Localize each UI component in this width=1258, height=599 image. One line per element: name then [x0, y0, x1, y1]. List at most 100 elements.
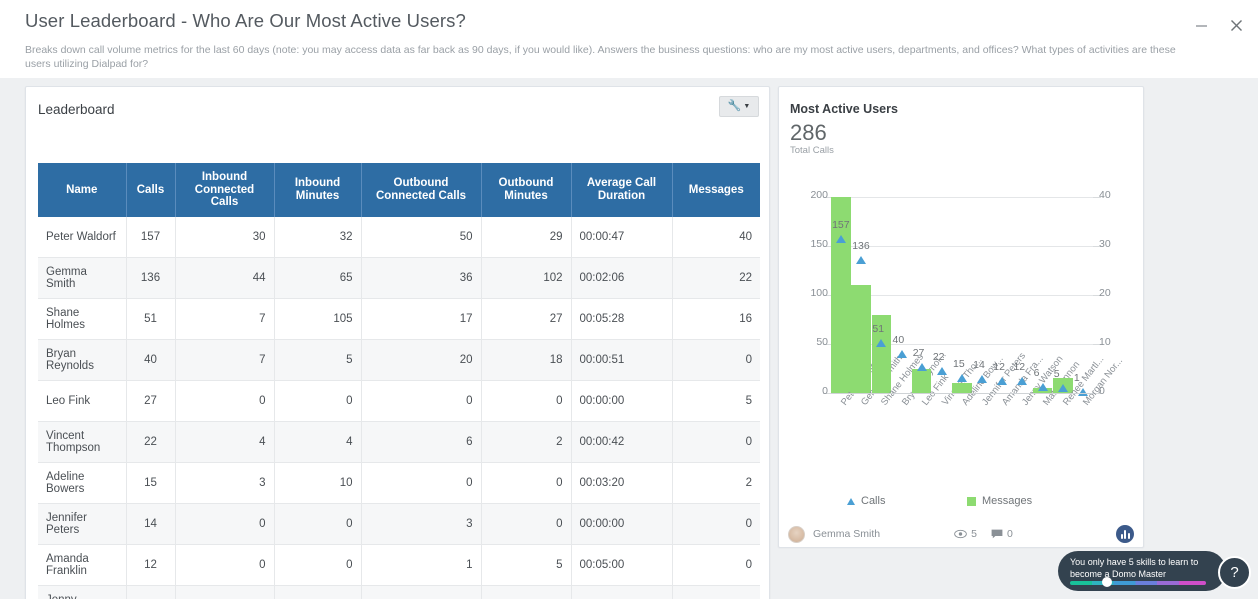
- chart-plot-area[interactable]: 005010100201503020040157Peter Waldorf136…: [779, 187, 1145, 507]
- y-axis-tick-label: 200: [788, 189, 828, 201]
- y2-axis-tick-label: 30: [1099, 238, 1111, 250]
- chart-data-label: 51: [872, 323, 884, 335]
- column-header-outbound-connected-calls[interactable]: Outbound Connected Calls: [361, 163, 481, 217]
- cell-outbound-minutes: 0: [481, 586, 571, 599]
- chart-point-marker[interactable]: [1058, 384, 1068, 392]
- chart-data-label: 15: [953, 358, 965, 370]
- cell-messages: 0: [672, 340, 760, 381]
- cell-inbound-connected: 44: [175, 258, 274, 299]
- cell-calls: 12: [126, 545, 175, 586]
- chart-bar[interactable]: [851, 285, 871, 393]
- chart-data-label: 12: [1013, 361, 1025, 373]
- table-row[interactable]: Leo Fink27000000:00:005: [38, 381, 760, 422]
- cell-inbound-connected: 4: [175, 422, 274, 463]
- cell-name: Adeline Bowers: [38, 463, 126, 504]
- cell-calls: 136: [126, 258, 175, 299]
- x-axis-line: [831, 393, 1093, 394]
- cell-inbound-minutes: 10: [274, 463, 361, 504]
- column-header-name[interactable]: Name: [38, 163, 126, 217]
- page-title: User Leaderboard - Who Are Our Most Acti…: [25, 10, 466, 32]
- legend-label-messages: Messages: [982, 495, 1032, 507]
- triangle-marker-icon: [847, 498, 855, 505]
- chart-point-marker[interactable]: [977, 375, 987, 383]
- cell-outbound-minutes: 27: [481, 299, 571, 340]
- chart-point-marker[interactable]: [836, 235, 846, 243]
- cell-avg-duration: 00:00:00: [571, 504, 672, 545]
- close-icon[interactable]: [1225, 14, 1247, 36]
- chart-data-label: 14: [973, 359, 985, 371]
- chart-point-marker[interactable]: [856, 256, 866, 264]
- chart-point-marker[interactable]: [897, 350, 907, 358]
- cell-inbound-minutes: 4: [274, 422, 361, 463]
- table-row[interactable]: Peter Waldorf1573032502900:00:4740: [38, 217, 760, 258]
- chart-point-marker[interactable]: [937, 367, 947, 375]
- y-axis-tick-label: 100: [788, 287, 828, 299]
- gridline: [831, 246, 1093, 247]
- chart-point-marker[interactable]: [997, 377, 1007, 385]
- column-header-calls[interactable]: Calls: [126, 163, 175, 217]
- cell-outbound-minutes: 0: [481, 504, 571, 545]
- comment-count-value: 0: [1007, 528, 1013, 540]
- chart-point-marker[interactable]: [1038, 383, 1048, 391]
- domo-bars: [1121, 530, 1130, 539]
- cell-inbound-minutes: 65: [274, 258, 361, 299]
- y2-axis-tick-label: 10: [1099, 336, 1111, 348]
- table-row[interactable]: Adeline Bowers153100000:03:202: [38, 463, 760, 504]
- table-row[interactable]: Jenny Watson12000000:00:000: [38, 586, 760, 599]
- cell-name: Jennifer Peters: [38, 504, 126, 545]
- cell-inbound-minutes: 0: [274, 381, 361, 422]
- leaderboard-card: Leaderboard 🔧 ▼ Name Calls Inbound Conne…: [25, 86, 770, 599]
- cell-outbound-connected: 50: [361, 217, 481, 258]
- chart-point-marker[interactable]: [957, 374, 967, 382]
- cell-inbound-connected: 7: [175, 299, 274, 340]
- domo-logo-icon[interactable]: [1116, 525, 1134, 543]
- most-active-users-card: Most Active Users 286 Total Calls 005010…: [778, 86, 1144, 547]
- column-header-messages[interactable]: Messages: [672, 163, 760, 217]
- cell-avg-duration: 00:00:00: [571, 586, 672, 599]
- chart-data-label: 27: [913, 347, 925, 359]
- cell-inbound-minutes: 5: [274, 340, 361, 381]
- cell-avg-duration: 00:00:00: [571, 381, 672, 422]
- cell-name: Jenny Watson: [38, 586, 126, 599]
- minimize-icon[interactable]: [1190, 14, 1212, 36]
- skills-tooltip-line1: You only have 5 skills to learn to: [1070, 557, 1214, 569]
- skills-progress-knob[interactable]: [1102, 577, 1112, 587]
- cell-inbound-minutes: 0: [274, 504, 361, 545]
- table-row[interactable]: Bryan Reynolds4075201800:00:510: [38, 340, 760, 381]
- y2-axis-tick-label: 20: [1099, 287, 1111, 299]
- cell-name: Vincent Thompson: [38, 422, 126, 463]
- chart-point-marker[interactable]: [876, 339, 886, 347]
- chart-tools-button[interactable]: 🔧 ▼: [719, 96, 759, 117]
- legend-item-calls[interactable]: Calls: [847, 495, 885, 507]
- skills-progress-track[interactable]: [1070, 581, 1206, 585]
- cell-avg-duration: 00:00:42: [571, 422, 672, 463]
- table-row[interactable]: Vincent Thompson22446200:00:420: [38, 422, 760, 463]
- cell-calls: 22: [126, 422, 175, 463]
- table-row[interactable]: Shane Holmes517105172700:05:2816: [38, 299, 760, 340]
- cell-calls: 27: [126, 381, 175, 422]
- chart-data-label: 136: [852, 240, 870, 252]
- eye-icon: [954, 529, 967, 539]
- chart-point-marker[interactable]: [917, 363, 927, 371]
- cell-avg-duration: 00:00:51: [571, 340, 672, 381]
- legend-item-messages[interactable]: Messages: [967, 495, 1032, 507]
- table-row[interactable]: Gemma Smith13644653610200:02:0622: [38, 258, 760, 299]
- column-header-average-call-duration[interactable]: Average Call Duration: [571, 163, 672, 217]
- column-header-inbound-connected-calls[interactable]: Inbound Connected Calls: [175, 163, 274, 217]
- comment-icon: [991, 529, 1003, 539]
- cell-messages: 40: [672, 217, 760, 258]
- table-row[interactable]: Amanda Franklin12001500:05:000: [38, 545, 760, 586]
- cell-outbound-connected: 0: [361, 586, 481, 599]
- help-button[interactable]: ?: [1218, 556, 1251, 589]
- cell-inbound-minutes: 0: [274, 545, 361, 586]
- cell-inbound-connected: 3: [175, 463, 274, 504]
- table-row[interactable]: Jennifer Peters14003000:00:000: [38, 504, 760, 545]
- cell-outbound-minutes: 18: [481, 340, 571, 381]
- chart-point-marker[interactable]: [1017, 377, 1027, 385]
- cell-inbound-connected: 0: [175, 504, 274, 545]
- column-header-outbound-minutes[interactable]: Outbound Minutes: [481, 163, 571, 217]
- column-header-inbound-minutes[interactable]: Inbound Minutes: [274, 163, 361, 217]
- cell-outbound-minutes: 102: [481, 258, 571, 299]
- y-axis-tick-label: 0: [788, 385, 828, 397]
- leaderboard-table-wrapper[interactable]: Name Calls Inbound Connected Calls Inbou…: [38, 163, 760, 599]
